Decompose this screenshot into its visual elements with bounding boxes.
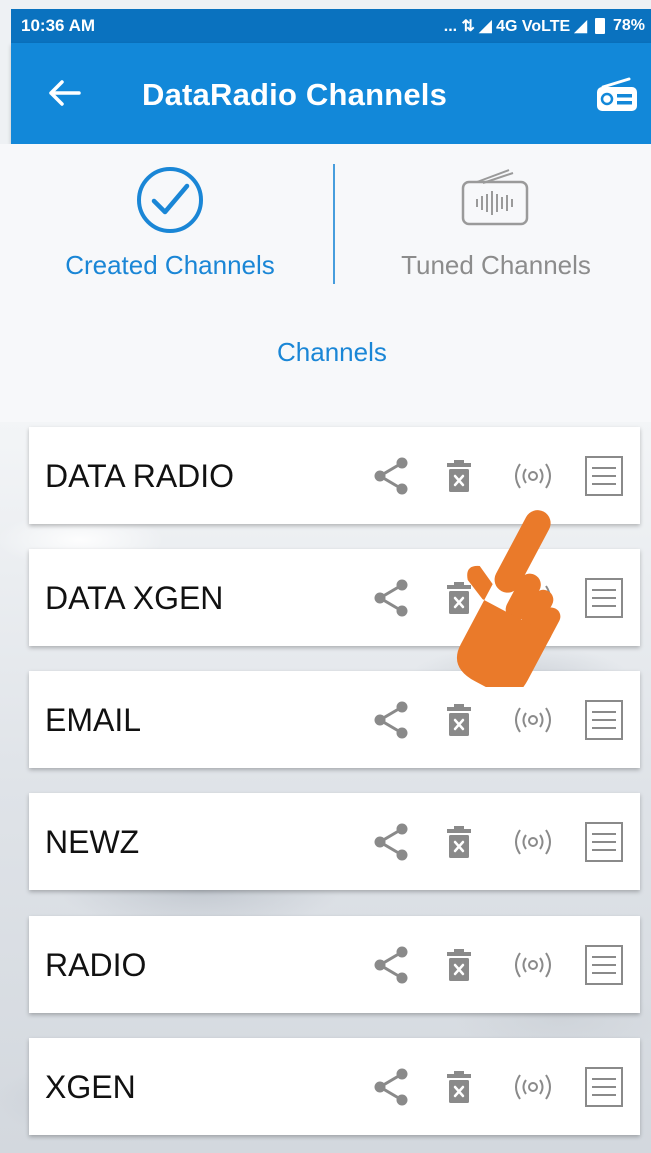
list-menu-icon <box>585 944 623 985</box>
channels-banner: Channels <box>0 304 651 399</box>
channel-name: XGEN <box>45 1069 136 1105</box>
share-icon <box>374 579 408 616</box>
share-icon <box>374 457 408 494</box>
broadcast-icon <box>515 828 551 855</box>
radio-tuner-icon <box>461 169 529 226</box>
share-button[interactable] <box>369 671 413 768</box>
delete-button[interactable] <box>441 916 477 1013</box>
share-icon <box>374 823 408 860</box>
broadcast-button[interactable] <box>507 793 559 890</box>
broadcast-button[interactable] <box>507 916 559 1013</box>
sound-wave-left-icon <box>11 304 241 399</box>
tab-divider <box>333 164 335 284</box>
check-circle-icon <box>137 167 203 233</box>
header-panel: Created Channels Tuned Channels Channels <box>0 144 651 422</box>
share-button[interactable] <box>369 427 413 524</box>
share-button[interactable] <box>369 793 413 890</box>
details-button[interactable] <box>582 1038 626 1135</box>
broadcast-icon <box>515 462 551 489</box>
tab-tuned-label: Tuned Channels <box>401 250 591 280</box>
status-time: 10:36 AM <box>21 16 96 35</box>
channel-name: RADIO <box>45 947 147 983</box>
trash-icon <box>447 703 471 736</box>
share-button[interactable] <box>369 549 413 646</box>
list-item[interactable]: NEWZ <box>29 793 640 890</box>
share-icon <box>374 701 408 738</box>
channel-name: DATA XGEN <box>45 580 224 616</box>
section-label: Channels <box>277 337 387 367</box>
details-button[interactable] <box>582 427 626 524</box>
tap-hand-icon <box>457 510 561 687</box>
tab-created-label: Created Channels <box>65 250 275 280</box>
trash-icon <box>447 459 471 492</box>
channel-name: NEWZ <box>45 824 140 860</box>
broadcast-icon <box>515 951 551 978</box>
broadcast-icon <box>515 706 551 733</box>
list-menu-icon <box>585 1066 623 1107</box>
list-item[interactable]: XGEN <box>29 1038 640 1135</box>
share-button[interactable] <box>369 1038 413 1135</box>
details-button[interactable] <box>582 793 626 890</box>
network-status: ... ⇅ ◢ 4G VoLTE ◢ <box>443 18 587 35</box>
details-button[interactable] <box>582 916 626 1013</box>
radio-icon[interactable] <box>595 77 639 113</box>
share-icon <box>374 1068 408 1105</box>
battery-level: 78% <box>612 17 645 34</box>
list-menu-icon <box>585 821 623 862</box>
status-indicators: ... ⇅ ◢ 4G VoLTE ◢ 78% <box>444 16 645 36</box>
share-icon <box>374 946 408 983</box>
list-menu-icon <box>585 577 623 618</box>
channel-name: EMAIL <box>45 702 142 738</box>
delete-button[interactable] <box>441 793 477 890</box>
trash-icon <box>447 825 471 858</box>
trash-icon <box>447 1070 471 1103</box>
list-menu-icon <box>585 455 623 496</box>
status-bar: 10:36 AM ... ⇅ ◢ 4G VoLTE ◢ 78% <box>11 9 651 43</box>
details-button[interactable] <box>582 671 626 768</box>
battery-icon <box>594 18 605 34</box>
delete-button[interactable] <box>441 1038 477 1135</box>
broadcast-icon <box>515 1073 551 1100</box>
tab-tuned-channels[interactable]: Tuned Channels <box>336 144 651 294</box>
sound-wave-right-icon <box>426 305 638 397</box>
trash-icon <box>447 948 471 981</box>
share-button[interactable] <box>369 916 413 1013</box>
app-bar: DataRadio Channels <box>11 43 651 144</box>
list-menu-icon <box>585 699 623 740</box>
channel-name: DATA RADIO <box>45 458 235 494</box>
details-button[interactable] <box>582 549 626 646</box>
back-arrow-icon[interactable] <box>45 73 85 113</box>
tab-created-channels[interactable]: Created Channels <box>10 144 330 294</box>
list-item[interactable]: RADIO <box>29 916 640 1013</box>
page-title: DataRadio Channels <box>142 77 448 112</box>
broadcast-button[interactable] <box>507 1038 559 1135</box>
